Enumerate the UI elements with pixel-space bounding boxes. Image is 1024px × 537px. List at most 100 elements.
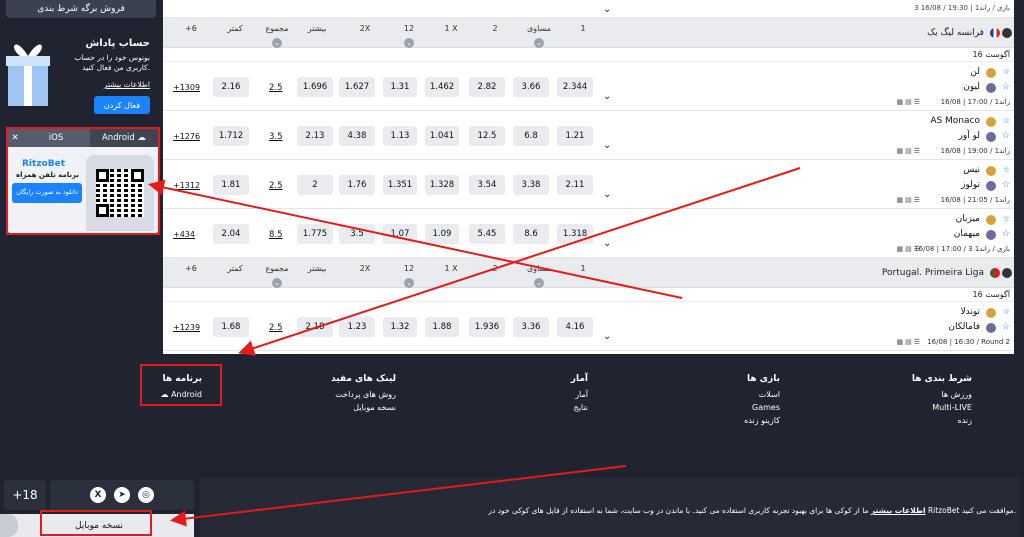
odd-button[interactable]: 1.351: [383, 175, 417, 195]
match-row[interactable]: توندلا فامالکان ☆ ☆ 16/08 | 16:30 / Roun…: [163, 302, 1014, 351]
bonus-more-link[interactable]: اطلاعات بیشتر: [104, 80, 150, 89]
odd-button[interactable]: 3.36: [513, 317, 549, 337]
odd-button[interactable]: 1.88: [425, 317, 459, 337]
stats-icons[interactable]: ▦▤☰: [896, 147, 922, 155]
odd-button[interactable]: 2.82: [469, 77, 505, 97]
user-icon[interactable]: [0, 514, 18, 537]
chevron-down-icon[interactable]: ⌄: [603, 189, 611, 200]
odd-button[interactable]: 3.38: [513, 175, 549, 195]
team-home[interactable]: نیس: [963, 165, 980, 175]
odd-button[interactable]: 1.462: [425, 77, 459, 97]
team-away[interactable]: فامالکان: [948, 322, 980, 332]
telegram-icon[interactable]: ➤: [114, 487, 130, 503]
more-markets-link[interactable]: +1276: [173, 132, 200, 141]
match-row[interactable]: میزبان میهمان ☆ ☆ 16/08 | 17:00 / 3 بازی…: [163, 209, 1014, 258]
chevron-down-icon[interactable]: ⌄: [603, 331, 611, 342]
odd-button[interactable]: 1.13: [383, 126, 417, 146]
stats-icons[interactable]: ▦▤☰: [896, 98, 922, 106]
team-away[interactable]: تولوز: [961, 180, 980, 190]
odd-button[interactable]: 6.8: [513, 126, 549, 146]
odd-button[interactable]: 1.07: [383, 224, 417, 244]
favorite-star-icon[interactable]: ☆: [1002, 229, 1010, 239]
more-markets-link[interactable]: +434: [173, 230, 195, 239]
favorite-star-icon[interactable]: ☆: [1003, 165, 1010, 174]
favorite-star-icon[interactable]: ☆: [1003, 67, 1010, 76]
favorite-star-icon[interactable]: ☆: [1003, 214, 1010, 223]
more-markets-link[interactable]: +1239: [173, 323, 200, 332]
odd-button[interactable]: 2.18: [297, 317, 333, 337]
favorite-star-icon[interactable]: ☆: [1002, 322, 1010, 332]
odd-button[interactable]: 1.68: [213, 317, 249, 337]
odd-button[interactable]: 5.45: [469, 224, 505, 244]
odd-button[interactable]: 1.627: [339, 77, 375, 97]
odd-button[interactable]: 1.775: [297, 224, 333, 244]
odd-button[interactable]: 1.76: [339, 175, 375, 195]
footer-link[interactable]: زنده: [912, 414, 972, 427]
footer-link[interactable]: نتایج: [571, 401, 588, 414]
odd-button[interactable]: 1.712: [213, 126, 249, 146]
cookie-more-link[interactable]: اطلاعات بیشتر: [871, 506, 926, 515]
favorite-star-icon[interactable]: ☆: [1002, 180, 1010, 190]
team-home[interactable]: AS Monaco: [930, 116, 980, 126]
footer-link[interactable]: Games: [744, 401, 780, 414]
footer-link[interactable]: کازینو زنده: [744, 414, 780, 427]
odd-button[interactable]: 2: [297, 175, 333, 195]
odd-button[interactable]: 1.936: [469, 317, 505, 337]
team-away[interactable]: لیون: [963, 82, 980, 92]
chevron-down-icon[interactable]: ⌄: [603, 238, 611, 249]
footer-link[interactable]: آمار: [571, 388, 588, 401]
chevron-down-icon[interactable]: ⌄: [519, 278, 559, 288]
footer-link[interactable]: Multi-LIVE: [912, 401, 972, 414]
favorite-star-icon[interactable]: ☆: [1003, 116, 1010, 125]
team-home[interactable]: لن: [970, 67, 980, 77]
league-header[interactable]: Portugal. Primeira Liga 1 مساوی ⌄ 2 1 X 12 ⌄ 2X…: [163, 258, 1014, 288]
odd-button[interactable]: 1.32: [383, 317, 417, 337]
stats-icons[interactable]: ▦▤☰: [896, 245, 922, 253]
x-icon[interactable]: X: [90, 487, 106, 503]
chevron-down-icon[interactable]: ⌄: [389, 38, 429, 48]
more-markets-link[interactable]: +1312: [173, 181, 200, 190]
instagram-icon[interactable]: ◎: [138, 487, 154, 503]
odd-button[interactable]: 3.54: [469, 175, 505, 195]
team-away[interactable]: لو آور: [959, 131, 980, 141]
footer-link[interactable]: روش های پرداخت: [331, 388, 396, 401]
chevron-down-icon[interactable]: ⌄: [603, 4, 611, 15]
chevron-down-icon[interactable]: ⌄: [603, 91, 611, 102]
league-header[interactable]: فرانسه لیگ یک 1 مساوی ⌄ 2 1 X 12 ⌄ 2X بیشتر مجموع…: [163, 18, 1014, 48]
odd-button[interactable]: 3.66: [513, 77, 549, 97]
odd-button[interactable]: 2.11: [557, 175, 593, 195]
team-home[interactable]: میزبان: [956, 214, 980, 224]
match-row[interactable]: لن لیون ☆ ☆ 16/08 | 17:00 / راند1 ▦▤☰ ⌄ 2…: [163, 62, 1014, 111]
footer-link[interactable]: نسخه موبایل: [331, 401, 396, 414]
chevron-down-icon[interactable]: ⌄: [257, 38, 297, 48]
favorite-star-icon[interactable]: ☆: [1002, 82, 1010, 92]
activate-bonus-button[interactable]: فعال کردن: [94, 96, 150, 114]
chevron-down-icon[interactable]: ⌄: [257, 278, 297, 288]
chevron-down-icon[interactable]: ⌄: [519, 38, 559, 48]
odd-button[interactable]: 1.23: [339, 317, 375, 337]
match-row[interactable]: نیس تولوز ☆ ☆ 16/08 | 21:05 / راند1 ▦▤☰ …: [163, 160, 1014, 209]
team-away[interactable]: میهمان: [954, 229, 980, 239]
odd-button[interactable]: 3.5: [339, 224, 375, 244]
odd-button[interactable]: 1.31: [383, 77, 417, 97]
odd-button[interactable]: 2.13: [297, 126, 333, 146]
odd-button[interactable]: 2.16: [213, 77, 249, 97]
odd-button[interactable]: 2.04: [213, 224, 249, 244]
odd-button[interactable]: 4.16: [557, 317, 593, 337]
more-markets-link[interactable]: +1309: [173, 83, 200, 92]
odd-button[interactable]: 2.344: [557, 77, 593, 97]
footer-link[interactable]: اسلات: [744, 388, 780, 401]
odd-button[interactable]: 4.38: [339, 126, 375, 146]
favorite-star-icon[interactable]: ☆: [1002, 131, 1010, 141]
odd-button[interactable]: 1.318: [557, 224, 593, 244]
odd-button[interactable]: 12.5: [469, 126, 505, 146]
odd-button[interactable]: 1.041: [425, 126, 459, 146]
odd-button[interactable]: 1.696: [297, 77, 333, 97]
chevron-down-icon[interactable]: ⌄: [603, 140, 611, 151]
stats-icons[interactable]: ▦▤☰: [896, 338, 922, 346]
footer-link[interactable]: ورزش ها: [912, 388, 972, 401]
odd-button[interactable]: 1.09: [425, 224, 459, 244]
match-row[interactable]: AS Monaco لو آور ☆ ☆ 16/08 | 19:00 / ران…: [163, 111, 1014, 160]
odd-button[interactable]: 1.21: [557, 126, 593, 146]
odd-button[interactable]: 1.81: [213, 175, 249, 195]
